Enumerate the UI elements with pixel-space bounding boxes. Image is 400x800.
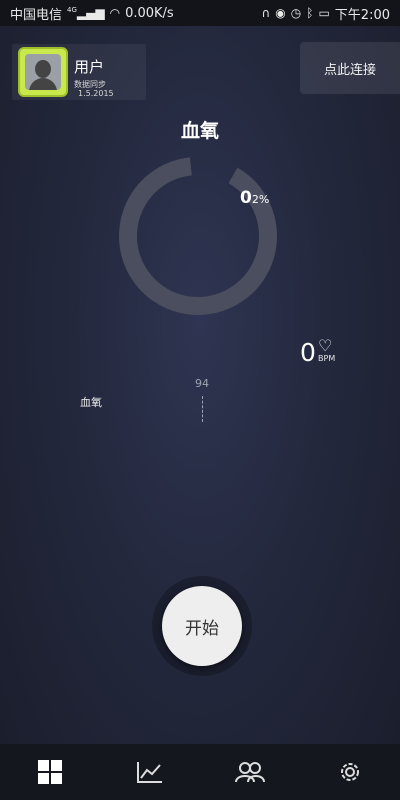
- chart-marker-value: 94: [195, 377, 209, 390]
- connect-button[interactable]: 点此连接: [300, 42, 400, 94]
- heart-icon: ♡: [318, 336, 333, 355]
- bottom-nav: [0, 744, 400, 800]
- avatar[interactable]: [18, 47, 68, 97]
- nav-item-history[interactable]: [120, 744, 180, 800]
- battery-icon: ▭: [318, 6, 330, 20]
- start-label: 开始: [185, 618, 219, 639]
- dashboard-grid-icon: [38, 760, 62, 784]
- users-icon: [235, 762, 265, 783]
- nav-item-settings[interactable]: [320, 744, 380, 800]
- page-title: 血氧: [180, 120, 219, 142]
- status-bar: 中国电信 4G▂▄▆ ◠ 0.00K/s ∩ ◉ ◷ ᛒ ▭ 下午2:00: [0, 0, 400, 26]
- sync-date: 1.5.2015: [78, 89, 114, 98]
- heart-rate-unit: BPM: [318, 354, 336, 363]
- user-name: 用户: [74, 58, 105, 76]
- bluetooth-icon: ᛒ: [306, 6, 314, 20]
- carrier-label: 中国电信: [10, 7, 63, 23]
- oxygen-unit: %: [258, 193, 270, 206]
- alarm-icon: ◷: [290, 6, 302, 20]
- nav-item-community[interactable]: [220, 744, 280, 800]
- oxygen-subscript: 2: [251, 193, 259, 206]
- nav-item-dashboard[interactable]: [20, 744, 80, 800]
- oxygen-ring-arc: [119, 157, 277, 315]
- oxygen-percentage: 02%: [240, 188, 269, 208]
- oxygen-ring: [100, 156, 300, 316]
- heart-rate-value: 0: [300, 338, 316, 367]
- signal-icon: 4G▂▄▆: [67, 6, 105, 20]
- wifi-icon: ◠: [109, 6, 121, 20]
- user-card[interactable]: 用户 数据同步 1.5.2015: [12, 44, 146, 100]
- chart-marker-line: [202, 396, 203, 422]
- trend-chart-icon: [137, 762, 162, 783]
- oxygen-value: 0: [240, 188, 252, 208]
- connect-label: 点此连接: [323, 62, 376, 78]
- gear-icon: [341, 763, 359, 781]
- headphones-icon: ∩: [261, 6, 271, 20]
- network-speed: 0.00K/s: [125, 5, 174, 21]
- clock: 下午2:00: [334, 7, 390, 23]
- start-button[interactable]: 开始: [162, 586, 242, 666]
- person-icon: [25, 54, 61, 90]
- chart-series-label: 血氧: [80, 396, 102, 409]
- eye-icon: ◉: [275, 6, 286, 20]
